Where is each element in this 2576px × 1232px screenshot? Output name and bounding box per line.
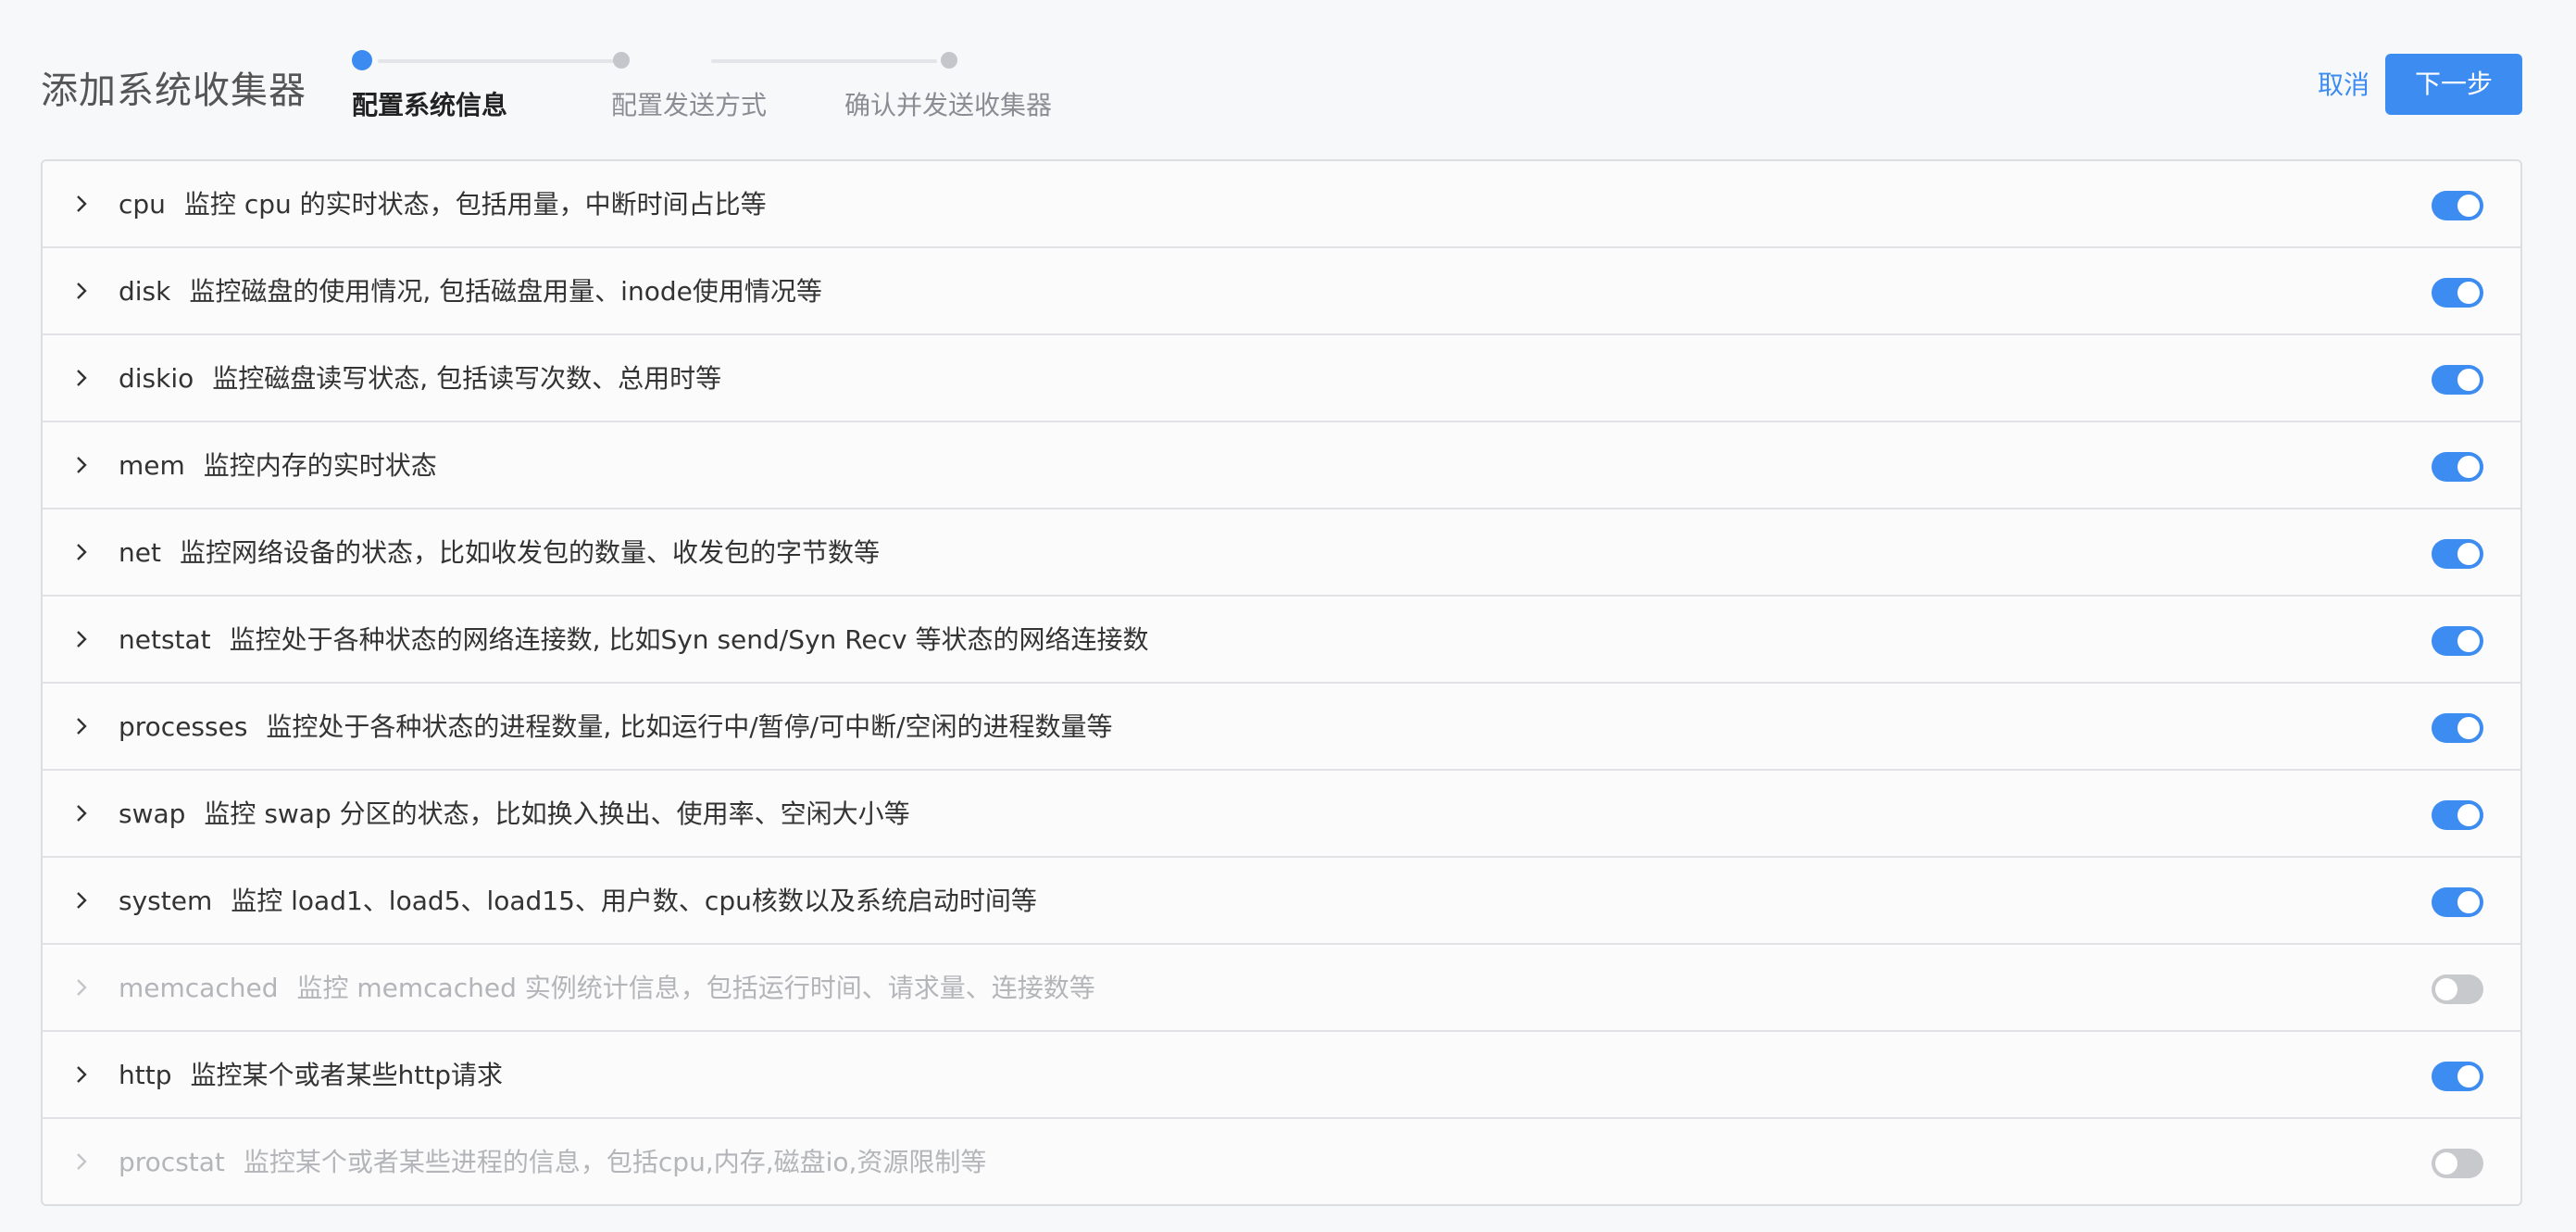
step-2-connector [711,59,937,63]
step-3-dot [941,52,957,69]
collector-row-procstat[interactable]: procstat 监控某个或者某些进程的信息，包括cpu,内存,磁盘io,资源限制… [43,1119,2520,1204]
collector-row-mem[interactable]: mem 监控内存的实时状态 [43,422,2520,509]
chevron-right-icon[interactable] [70,541,93,563]
collector-list: cpu 监控 cpu 的实时状态，包括用量，中断时间占比等 disk 监控磁盘的使用… [41,159,2522,1206]
toggle-knob [2457,804,2480,826]
collector-toggle-procstat[interactable] [2432,1149,2483,1178]
toggle-knob [2457,369,2480,391]
collector-row-disk[interactable]: disk 监控磁盘的使用情况, 包括磁盘用量、inode使用情况等 [43,248,2520,335]
chevron-right-icon[interactable] [70,628,93,650]
chevron-right-icon[interactable] [70,193,93,215]
collector-toggle-memcached[interactable] [2432,974,2483,1004]
collector-row-system[interactable]: system 监控 load1、load5、load15、用户数、cpu核数以及系… [43,858,2520,945]
chevron-right-icon[interactable] [70,976,93,999]
toggle-knob [2435,1152,2457,1175]
collector-description: 监控磁盘的使用情况, 包括磁盘用量、inode使用情况等 [189,276,822,307]
collector-row-diskio[interactable]: diskio 监控磁盘读写状态, 包括读写次数、总用时等 [43,335,2520,422]
collector-toggle-cpu[interactable] [2432,191,2483,220]
collector-toggle-http[interactable] [2432,1062,2483,1091]
toggle-knob [2457,717,2480,739]
chevron-right-icon[interactable] [70,715,93,737]
collector-toggle-diskio[interactable] [2432,365,2483,395]
collector-name: swap [119,798,186,829]
chevron-right-icon[interactable] [70,802,93,824]
collector-toggle-net[interactable] [2432,539,2483,569]
collector-name: disk [119,276,171,307]
page-header: 添加系统收集器 配置系统信息 配置发送方式 确认并发送收集器 取消 下一步 [0,0,2576,159]
collector-row-net[interactable]: net 监控网络设备的状态，比如收发包的数量、收发包的字节数等 [43,509,2520,597]
page-title: 添加系统收集器 [41,69,306,112]
collector-row-http[interactable]: http 监控某个或者某些http请求 [43,1032,2520,1119]
step-1-dot [352,50,372,70]
collector-row-memcached[interactable]: memcached 监控 memcached 实例统计信息，包括运行时间、请求量、… [43,945,2520,1032]
collector-name: http [119,1060,172,1090]
collector-name: memcached [119,973,279,1003]
collector-description: 监控某个或者某些进程的信息，包括cpu,内存,磁盘io,资源限制等 [243,1147,987,1177]
collector-row-processes[interactable]: processes 监控处于各种状态的进程数量, 比如运行中/暂停/可中断/空闲的… [43,684,2520,771]
collector-description: 监控内存的实时状态 [203,450,437,481]
collector-name: procstat [119,1147,225,1177]
toggle-knob [2457,630,2480,652]
chevron-right-icon[interactable] [70,889,93,911]
collector-name: net [119,537,161,568]
toggle-knob [2457,456,2480,478]
chevron-right-icon[interactable] [70,1150,93,1173]
collector-description: 监控 memcached 实例统计信息，包括运行时间、请求量、连接数等 [296,973,1095,1003]
toggle-knob [2457,543,2480,565]
cancel-button[interactable]: 取消 [2302,56,2385,115]
step-1-label: 配置系统信息 [352,90,508,120]
collector-description: 监控网络设备的状态，比如收发包的数量、收发包的字节数等 [179,537,880,568]
collector-description: 监控处于各种状态的网络连接数, 比如Syn send/Syn Recv 等状态的… [229,624,1149,655]
collector-row-cpu[interactable]: cpu 监控 cpu 的实时状态，包括用量，中断时间占比等 [43,161,2520,248]
collector-toggle-netstat[interactable] [2432,626,2483,656]
collector-name: system [119,886,213,916]
next-step-button[interactable]: 下一步 [2385,54,2522,115]
collector-name: netstat [119,624,211,655]
collector-name: mem [119,450,185,481]
collector-name: diskio [119,363,194,394]
collector-description: 监控处于各种状态的进程数量, 比如运行中/暂停/可中断/空闲的进程数量等 [266,711,1113,742]
collector-name: cpu [119,189,166,220]
collector-toggle-mem[interactable] [2432,452,2483,482]
chevron-right-icon[interactable] [70,454,93,476]
collector-description: 监控某个或者某些http请求 [190,1060,503,1090]
step-2-label: 配置发送方式 [611,90,768,120]
toggle-knob [2457,891,2480,913]
chevron-right-icon[interactable] [70,1063,93,1086]
collector-toggle-swap[interactable] [2432,800,2483,830]
collector-description: 监控磁盘读写状态, 包括读写次数、总用时等 [212,363,722,394]
toggle-knob [2435,978,2457,1000]
step-2-dot [613,52,630,69]
collector-row-swap[interactable]: swap 监控 swap 分区的状态，比如换入换出、使用率、空闲大小等 [43,771,2520,858]
collector-name: processes [119,711,248,742]
collector-row-netstat[interactable]: netstat 监控处于各种状态的网络连接数, 比如Syn send/Syn Re… [43,597,2520,684]
step-3-label: 确认并发送收集器 [844,90,1053,120]
collector-toggle-disk[interactable] [2432,278,2483,308]
chevron-right-icon[interactable] [70,367,93,389]
toggle-knob [2457,1065,2480,1087]
step-indicator: 配置系统信息 配置发送方式 确认并发送收集器 [352,48,1074,132]
collector-description: 监控 cpu 的实时状态，包括用量，中断时间占比等 [183,189,767,220]
collector-description: 监控 load1、load5、load15、用户数、cpu核数以及系统启动时间等 [231,886,1037,916]
collector-toggle-processes[interactable] [2432,713,2483,743]
toggle-knob [2457,282,2480,304]
toggle-knob [2457,195,2480,217]
collector-toggle-system[interactable] [2432,887,2483,917]
chevron-right-icon[interactable] [70,280,93,302]
step-1-connector [378,59,615,63]
collector-description: 监控 swap 分区的状态，比如换入换出、使用率、空闲大小等 [204,798,910,829]
